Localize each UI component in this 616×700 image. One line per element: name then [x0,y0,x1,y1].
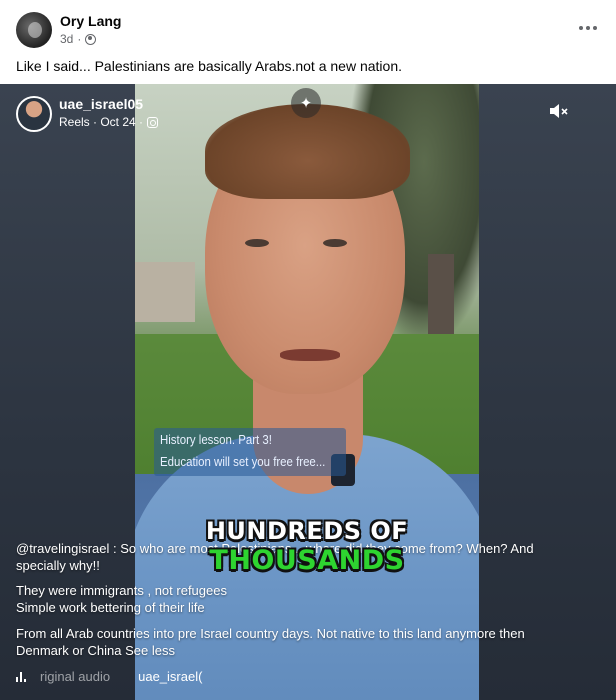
reel-meta: Reels · Oct 24 · [59,115,159,129]
overlay-line-1: History lesson. Part 3! [160,432,272,447]
reel-description-2: They were immigrants , not refugees Simp… [16,583,227,615]
mute-button[interactable] [548,100,570,122]
audio-label: riginal audio [40,668,111,684]
post-time[interactable]: 3d [60,32,73,46]
audio-row[interactable]: riginal audio uae_israel( [16,668,202,684]
post-header: Ory Lang 3d · [0,0,616,56]
more-horizontal-icon [579,26,583,30]
reel-description-3: From all Arab countries into pre Israel … [16,626,525,658]
subtitle-line-1: HUNDREDS OF [205,517,409,545]
reel-user: uae_israel05 Reels · Oct 24 · [16,96,316,132]
facebook-post: Ory Lang 3d · Like I said... Palestinian… [0,0,616,700]
post-caption: Like I said... Palestinians are basicall… [16,58,402,74]
audio-bars-icon [16,670,30,682]
post-meta: 3d · [60,32,97,46]
author-avatar[interactable] [16,12,52,48]
audio-user: uae_israel( [138,668,203,684]
subtitle-line-2: THOUSANDS [209,545,405,576]
sparkle-icon: ✦ [299,95,313,112]
globe-icon [85,33,97,45]
overlay-line-2: Education will set you free free... [160,454,326,469]
more-options-button[interactable] [574,16,602,40]
speaker-muted-icon [550,104,568,118]
sparkle-button[interactable]: ✦ [291,88,321,118]
reel-username[interactable]: uae_israel05 [59,96,143,112]
instagram-icon [147,116,159,128]
author-name[interactable]: Ory Lang [60,13,121,29]
reel-player[interactable]: uae_israel05 Reels · Oct 24 · ✦ History … [0,84,616,700]
reel-avatar[interactable] [16,96,52,132]
